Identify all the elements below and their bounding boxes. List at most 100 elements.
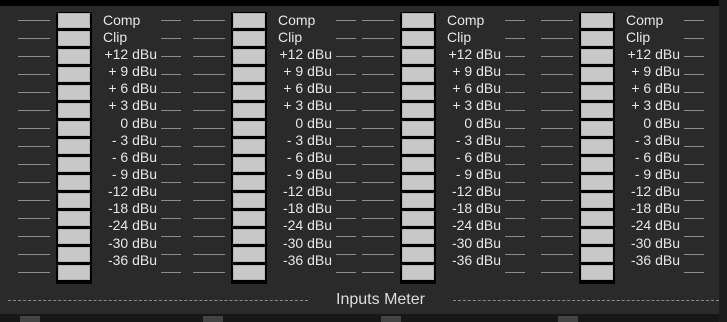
meter-tick-right <box>505 236 525 237</box>
meter-level-label: -12 dBu <box>630 183 680 199</box>
meter-segment <box>402 193 434 208</box>
meter-segment <box>233 13 265 28</box>
meter-segment <box>233 103 265 118</box>
meter-tick-left <box>362 128 394 129</box>
meter-level-label: -18 dBu <box>107 200 157 216</box>
meter-segment-column <box>56 12 92 284</box>
meter-level-label: -30 dBu <box>630 235 680 251</box>
meter-tick-right <box>336 200 356 201</box>
meter-tick-right <box>336 272 356 273</box>
meter-tick-right <box>336 56 356 57</box>
meter-tick-right <box>336 92 356 93</box>
meter-level-label: -12 dBu <box>451 183 501 199</box>
meter-tick-right <box>684 164 704 165</box>
meter-segment <box>581 193 613 208</box>
meter-tick-left <box>362 272 394 273</box>
meter-segment <box>402 67 434 82</box>
meter-tick-left <box>541 164 573 165</box>
meter-tick-left <box>193 74 225 75</box>
meter-segment <box>581 265 613 280</box>
meter-level-label: + 6 dBu <box>452 80 501 96</box>
meter-tick-right <box>336 164 356 165</box>
meter-segment <box>58 157 90 172</box>
meter-tick-left <box>18 110 50 111</box>
meter-segment <box>58 193 90 208</box>
meter-tick-right <box>161 182 181 183</box>
meter-tick-right <box>505 110 525 111</box>
meter-indicator-label: Clip <box>626 29 651 45</box>
meter-tick-left <box>18 146 50 147</box>
meter-level-label: - 3 dBu <box>634 132 680 148</box>
meter-tick-right <box>161 218 181 219</box>
meter-tick-left <box>18 164 50 165</box>
meter-tick-left <box>362 20 394 21</box>
meter-level-label: -24 dBu <box>630 217 680 233</box>
meter-tick-right <box>336 218 356 219</box>
meter-level-label: - 9 dBu <box>455 166 501 182</box>
meter-level-label: - 6 dBu <box>634 149 680 165</box>
meter-tick-right <box>161 272 181 273</box>
meter-level-label: -18 dBu <box>630 200 680 216</box>
meter-level-label: -30 dBu <box>451 235 501 251</box>
meter-tick-left <box>362 92 394 93</box>
meter-segment <box>402 31 434 46</box>
meter-segment <box>233 175 265 190</box>
meter-segment <box>58 85 90 100</box>
meter-tick-left <box>18 236 50 237</box>
meter-tick-right <box>161 236 181 237</box>
meter-segment <box>58 103 90 118</box>
input-meter-panel: Comp Clip +12 dBu + 9 dBu + 6 dBu + 3 dBu 0 dB… <box>0 0 727 322</box>
meter-tick-left <box>362 74 394 75</box>
meter-tick-left <box>362 56 394 57</box>
meter-segment-column <box>400 12 436 284</box>
meter-level-label: -18 dBu <box>282 200 332 216</box>
meter-tick-right <box>505 92 525 93</box>
meter-tick-left <box>541 92 573 93</box>
meter-level-label: + 9 dBu <box>283 63 332 79</box>
meter-tick-left <box>193 254 225 255</box>
meter-segment <box>58 247 90 262</box>
meter-level-label: -24 dBu <box>282 217 332 233</box>
meter-panel-title: Inputs Meter <box>336 291 425 308</box>
meter-level-label: +12 dBu <box>104 46 157 62</box>
meter-segment <box>402 211 434 226</box>
bottom-notch <box>558 316 578 322</box>
meter-tick-left <box>362 218 394 219</box>
meter-tick-left <box>193 164 225 165</box>
meter-tick-left <box>362 182 394 183</box>
meter-segment-column <box>579 12 615 284</box>
meter-tick-left <box>541 74 573 75</box>
meter-segment <box>402 247 434 262</box>
meter-tick-left <box>541 38 573 39</box>
meter-tick-right <box>505 200 525 201</box>
meter-segment <box>233 31 265 46</box>
meter-tick-right <box>161 128 181 129</box>
meter-segment <box>581 175 613 190</box>
meter-tick-right <box>684 92 704 93</box>
meter-channel-1: Comp Clip +12 dBu + 9 dBu + 6 dBu + 3 dBu 0 dB… <box>15 12 181 285</box>
meter-tick-left <box>541 218 573 219</box>
meter-tick-left <box>541 254 573 255</box>
bottom-notch <box>381 316 401 322</box>
meter-tick-left <box>193 146 225 147</box>
meter-level-label: 0 dBu <box>120 115 157 131</box>
meter-level-label: + 3 dBu <box>283 97 332 113</box>
meter-tick-right <box>505 20 525 21</box>
meter-tick-left <box>193 218 225 219</box>
meter-tick-left <box>18 20 50 21</box>
meter-tick-left <box>541 20 573 21</box>
footer-divider-left <box>8 300 308 301</box>
meter-tick-right <box>161 146 181 147</box>
meter-tick-right <box>161 92 181 93</box>
meter-level-label: 0 dBu <box>295 115 332 131</box>
meter-tick-right <box>505 218 525 219</box>
meter-indicator-label: Comp <box>626 12 664 28</box>
meter-segment <box>58 67 90 82</box>
meter-tick-left <box>18 92 50 93</box>
meter-channel-4: Comp Clip +12 dBu + 9 dBu + 6 dBu + 3 dBu 0 dB… <box>538 12 704 285</box>
meter-tick-left <box>193 20 225 21</box>
meter-tick-right <box>161 38 181 39</box>
meter-segment-column <box>231 12 267 284</box>
meter-level-label: -36 dBu <box>451 252 501 268</box>
meter-segment <box>233 229 265 244</box>
